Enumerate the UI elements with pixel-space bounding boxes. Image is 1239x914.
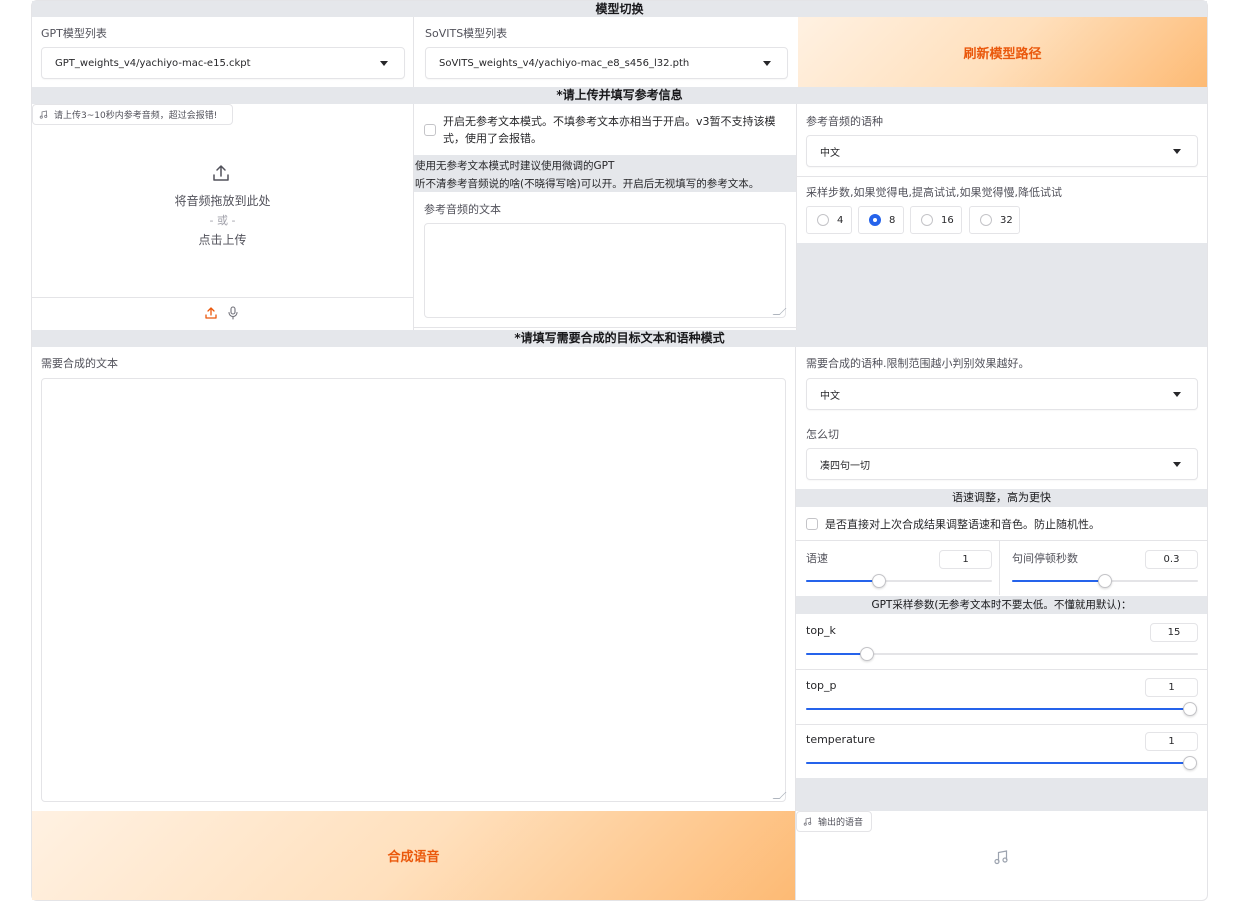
no-ref-text-checkbox[interactable] — [424, 124, 436, 136]
divider — [413, 104, 414, 330]
microphone-icon[interactable] — [227, 306, 239, 320]
model-switch-header: 模型切换 — [32, 1, 1207, 17]
gpt-model-dropdown[interactable]: GPT_weights_v4/yachiyo-mac-e15.ckpt — [41, 47, 405, 79]
params-filler — [796, 778, 1207, 811]
upload-icon[interactable] — [204, 306, 218, 320]
pause-slider-fill — [1012, 580, 1105, 582]
drop-audio-text: 将音频拖放到此处 — [174, 194, 271, 208]
music-note-icon — [803, 817, 812, 826]
divider — [797, 176, 1207, 177]
target-lang-dropdown[interactable]: 中文 — [806, 378, 1198, 410]
no-ref-text-label: 开启无参考文本模式。不填参考文本亦相当于开启。v3暂不支持该模式，使用了会报错。 — [443, 115, 776, 145]
temperature-slider-thumb[interactable] — [1183, 756, 1197, 770]
divider — [32, 297, 413, 298]
steps-option-4[interactable]: 4 — [806, 206, 852, 234]
chevron-down-icon — [380, 61, 388, 66]
steps-option-8[interactable]: 8 — [858, 206, 904, 234]
ref-lang-label: 参考音频的语种 — [806, 115, 883, 128]
top-k-slider-fill — [806, 653, 867, 655]
upload-audio-tag: 请上传3~10秒内参考音频，超过会报错! — [32, 104, 233, 125]
radio-dot — [921, 214, 933, 226]
radio-dot — [869, 214, 881, 226]
speed-slider[interactable] — [806, 580, 992, 582]
top-k-label: top_k — [806, 624, 836, 637]
ref-lang-value: 中文 — [820, 147, 840, 159]
adjust-last-result-label: 是否直接对上次合成结果调整语速和音色。防止随机性。 — [825, 518, 1100, 531]
speed-section-header: 语速调整，高为更快 — [796, 489, 1207, 507]
target-text-input[interactable] — [41, 378, 787, 802]
steps-option-16[interactable]: 16 — [910, 206, 962, 234]
music-note-icon — [994, 850, 1008, 865]
upload-audio-tag-label: 请上传3~10秒内参考音频，超过会报错! — [54, 111, 218, 121]
speed-slider-fill — [806, 580, 879, 582]
divider — [796, 669, 1207, 670]
radio-dot — [980, 214, 992, 226]
target-lang-label: 需要合成的语种.限制范围越小判别效果越好。 — [806, 357, 1030, 370]
divider — [413, 17, 414, 87]
resize-handle[interactable] — [772, 792, 787, 799]
pause-input[interactable]: 0.3 — [1145, 550, 1198, 569]
reference-right-filler — [797, 243, 1207, 330]
divider — [999, 541, 1000, 595]
steps-label: 采样步数,如果觉得电,提高试试,如果觉得慢,降低试试 — [806, 186, 1062, 199]
chevron-down-icon — [1173, 149, 1181, 154]
sovits-model-dropdown[interactable]: SoVITS_weights_v4/yachiyo-mac_e8_s456_l3… — [425, 47, 788, 79]
top-p-slider-fill — [806, 708, 1190, 710]
temperature-slider[interactable] — [806, 762, 1190, 764]
cut-method-label: 怎么切 — [806, 428, 839, 441]
top-p-slider[interactable] — [806, 708, 1190, 710]
or-text: - 或 - — [209, 214, 236, 227]
speed-label: 语速 — [806, 552, 828, 565]
top-p-slider-thumb[interactable] — [1183, 702, 1197, 716]
chevron-down-icon — [1173, 392, 1181, 397]
click-upload-text: 点击上传 — [198, 233, 247, 247]
upload-icon — [213, 165, 229, 181]
ref-lang-dropdown[interactable]: 中文 — [806, 135, 1198, 167]
speed-slider-thumb[interactable] — [871, 574, 886, 588]
top-p-input[interactable]: 1 — [1145, 678, 1198, 697]
speed-input[interactable]: 1 — [939, 550, 992, 569]
chevron-down-icon — [763, 61, 771, 66]
divider — [796, 540, 1207, 541]
gpt-model-label: GPT模型列表 — [41, 27, 107, 40]
resize-handle[interactable] — [772, 308, 787, 315]
hint-line-1: 使用无参考文本模式时建议使用微调的GPT — [415, 160, 615, 172]
target-text-label: 需要合成的文本 — [41, 357, 118, 370]
top-p-label: top_p — [806, 679, 837, 692]
output-audio-tag: 输出的语音 — [796, 811, 872, 832]
sovits-model-label: SoVITS模型列表 — [425, 27, 508, 40]
target-lang-value: 中文 — [820, 390, 840, 402]
chevron-down-icon — [1173, 462, 1181, 467]
output-audio-tag-label: 输出的语音 — [818, 818, 864, 828]
top-k-input[interactable]: 15 — [1150, 623, 1198, 642]
reference-section-header: *请上传并填写参考信息 — [32, 87, 1207, 104]
cut-method-dropdown[interactable]: 凑四句一切 — [806, 448, 1198, 480]
pause-label: 句间停顿秒数 — [1012, 552, 1078, 565]
sovits-model-value: SoVITS_weights_v4/yachiyo-mac_e8_s456_l3… — [439, 57, 690, 69]
steps-option-32[interactable]: 32 — [969, 206, 1020, 234]
pause-slider-thumb[interactable] — [1098, 574, 1112, 588]
ref-text-input[interactable] — [424, 223, 787, 318]
synthesize-button[interactable]: 合成语音 — [32, 811, 795, 900]
target-section-header: *请填写需要合成的目标文本和语种模式 — [32, 330, 1207, 347]
ref-text-label: 参考音频的文本 — [424, 203, 501, 216]
divider — [414, 327, 796, 328]
cut-method-value: 凑四句一切 — [820, 460, 870, 472]
radio-dot — [817, 214, 829, 226]
temperature-input[interactable]: 1 — [1145, 732, 1198, 751]
gpt-model-value: GPT_weights_v4/yachiyo-mac-e15.ckpt — [55, 57, 251, 69]
divider — [796, 724, 1207, 725]
top-k-slider-thumb[interactable] — [859, 647, 874, 661]
refresh-models-button[interactable]: 刷新模型路径 — [798, 17, 1207, 87]
temperature-label: temperature — [806, 733, 876, 746]
hint-line-2: 听不清参考音频说的啥(不晓得写啥)可以开。开启后无视填写的参考文本。 — [415, 178, 760, 190]
gpt-params-section-header: GPT采样参数(无参考文本时不要太低。不懂就用默认)： — [796, 596, 1207, 614]
temperature-slider-fill — [806, 762, 1190, 764]
adjust-last-result-checkbox[interactable] — [806, 518, 818, 530]
music-note-icon — [39, 110, 48, 119]
